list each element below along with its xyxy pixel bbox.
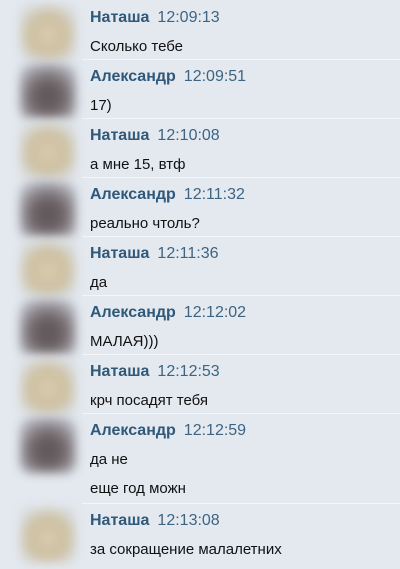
message-divider <box>82 177 400 178</box>
author-name[interactable]: Наташа <box>90 245 149 262</box>
message-time: 12:10:08 <box>157 127 220 144</box>
message-text: МАЛАЯ))) <box>90 333 159 350</box>
author-name[interactable]: Наташа <box>90 512 149 529</box>
message-time: 12:13:08 <box>157 512 220 529</box>
message-header: Наташа 12:11:36 <box>90 244 219 264</box>
message-divider <box>82 295 400 296</box>
message-text: крч посадят тебя <box>90 392 209 409</box>
message-header: Александр 12:12:59 <box>90 421 246 441</box>
author-name[interactable]: Александр <box>90 68 176 85</box>
avatar[interactable] <box>20 299 76 355</box>
message-time: 12:09:13 <box>157 9 220 26</box>
author-name[interactable]: Александр <box>90 422 176 439</box>
message-time: 12:11:36 <box>157 245 219 262</box>
message-divider <box>82 118 400 119</box>
message-time: 12:12:02 <box>183 304 247 321</box>
message-time: 12:12:53 <box>157 363 220 380</box>
message-divider <box>82 236 400 237</box>
message-text: за сокращение малалетних <box>90 541 282 558</box>
message-text: еще год можн <box>90 480 186 497</box>
message-divider <box>82 59 400 60</box>
message-header: Александр 12:12:02 <box>90 303 246 323</box>
author-name[interactable]: Александр <box>90 304 176 321</box>
avatar[interactable] <box>20 507 76 563</box>
message-time: 12:09:51 <box>183 68 247 85</box>
message-header: Александр 12:09:51 <box>90 67 246 87</box>
avatar[interactable] <box>20 417 76 473</box>
message-header: Наташа 12:13:08 <box>90 511 220 531</box>
author-name[interactable]: Наташа <box>90 127 149 144</box>
avatar[interactable] <box>20 240 76 296</box>
chat-log: Наташа 12:09:13 Сколько тебе Александр 12:… <box>0 0 400 569</box>
message-header: Наташа 12:10:08 <box>90 126 220 146</box>
message-time: 12:12:59 <box>183 422 247 439</box>
author-name[interactable]: Александр <box>90 186 176 203</box>
avatar[interactable] <box>20 358 76 414</box>
message-text: да не <box>90 451 128 468</box>
message-divider <box>82 413 400 414</box>
avatar[interactable] <box>20 122 76 178</box>
message-header: Александр 12:11:32 <box>90 185 245 205</box>
message-time: 12:11:32 <box>183 186 245 203</box>
avatar[interactable] <box>20 63 76 119</box>
message-text: 17) <box>90 97 112 114</box>
message-text: Сколько тебе <box>90 38 184 55</box>
message-divider <box>82 354 400 355</box>
message-text: а мне 15, втф <box>90 156 186 173</box>
avatar[interactable] <box>20 181 76 237</box>
message-divider <box>82 503 400 504</box>
avatar[interactable] <box>20 4 76 60</box>
message-text: да <box>90 274 108 291</box>
message-text: реально чтоль? <box>90 215 200 232</box>
message-header: Наташа 12:09:13 <box>90 8 220 28</box>
author-name[interactable]: Наташа <box>90 9 149 26</box>
author-name[interactable]: Наташа <box>90 363 149 380</box>
message-header: Наташа 12:12:53 <box>90 362 220 382</box>
